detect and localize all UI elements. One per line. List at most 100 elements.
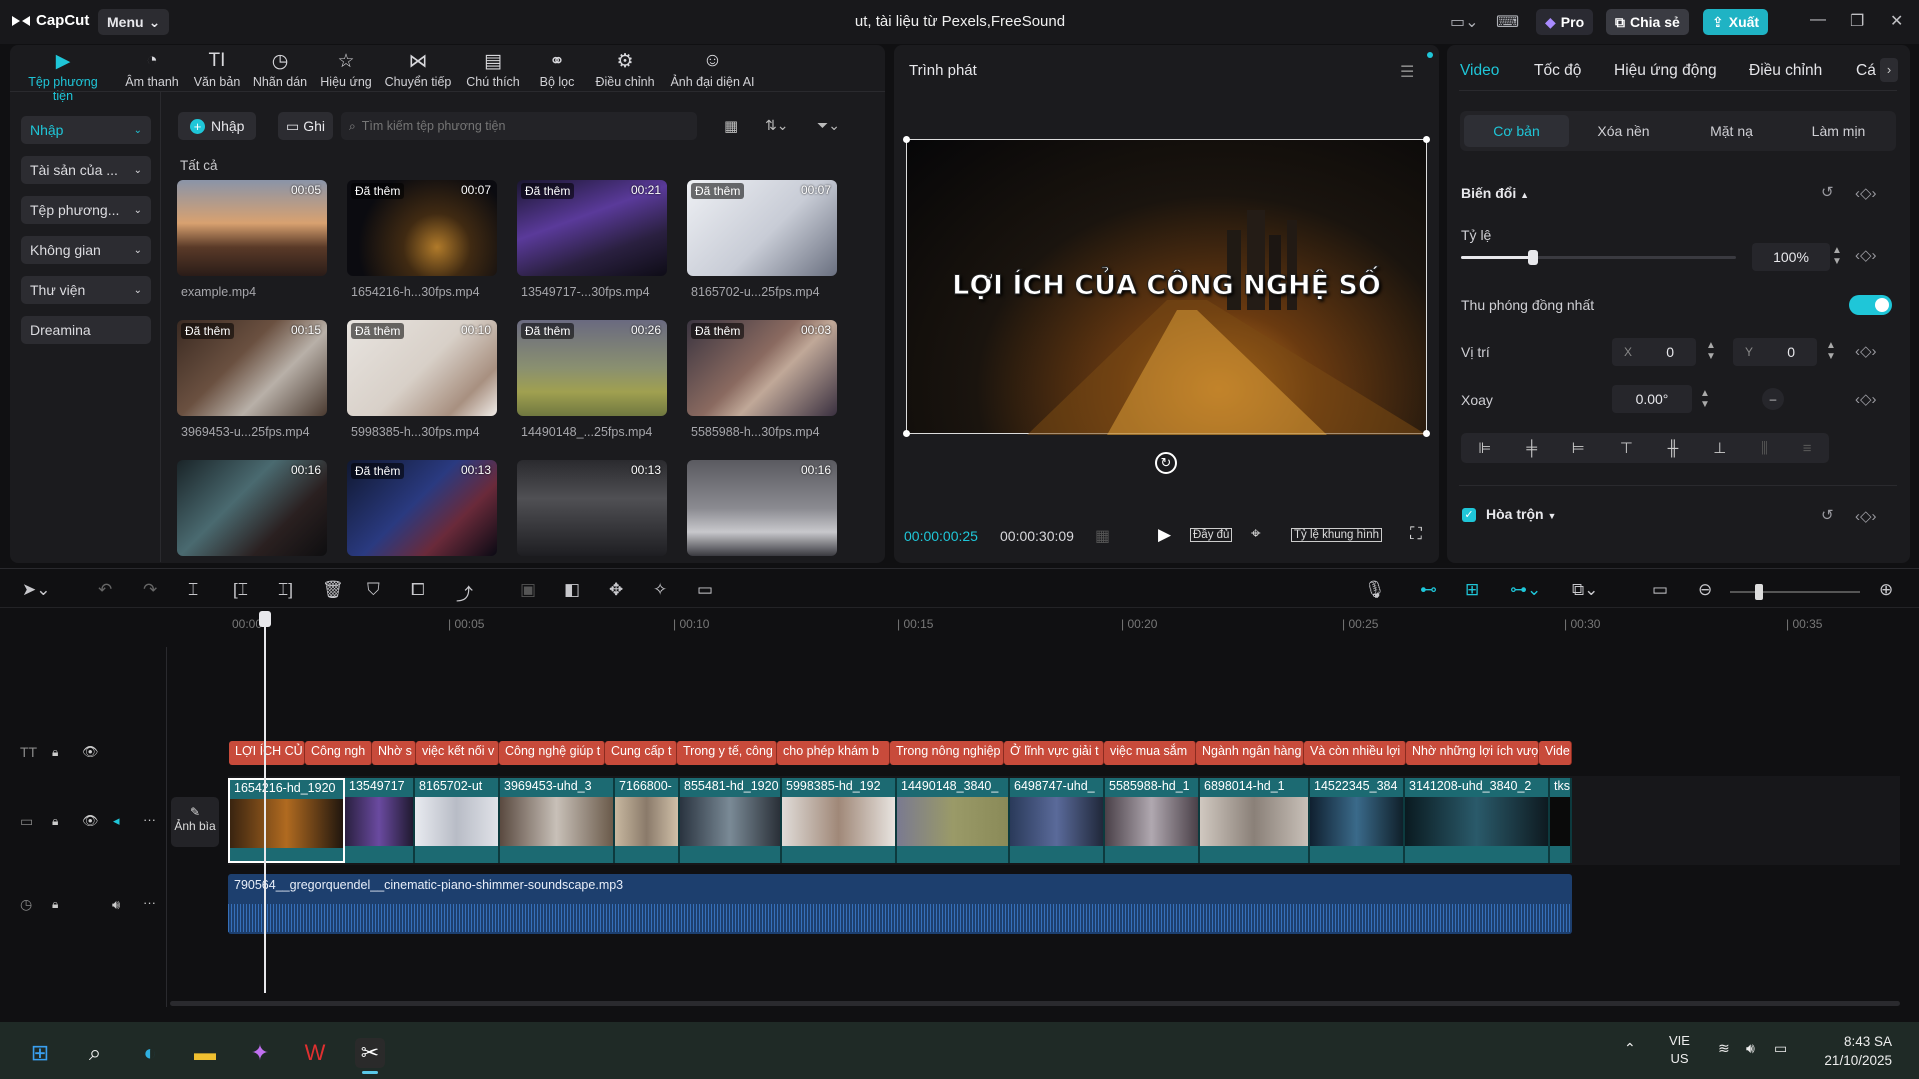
align-bottom-icon[interactable]: ⊥	[1713, 439, 1726, 457]
scale-slider[interactable]	[1461, 250, 1736, 265]
speaker-icon[interactable]: ◂	[113, 813, 120, 829]
mirror-icon[interactable]: ◧	[564, 580, 580, 600]
edge-browser-icon[interactable]: ◐	[135, 1038, 165, 1068]
stepper-icon[interactable]: ▲ ▼	[1832, 245, 1842, 267]
align-right-icon[interactable]: ⊨	[1572, 439, 1585, 457]
hd-icon[interactable]: ▭	[697, 580, 713, 600]
text-clip[interactable]: Cung cấp t	[605, 741, 677, 765]
import-button[interactable]: + Nhập	[178, 112, 257, 140]
rotation-dial-icon[interactable]: –	[1762, 388, 1784, 410]
redo-icon[interactable]: ↷	[143, 580, 157, 600]
media-item[interactable]: Đã thêm 00:21	[517, 180, 667, 276]
zoom-slider-knob[interactable]	[1755, 584, 1763, 600]
tab-media[interactable]: ▶ Tệp phương tiện	[23, 50, 103, 103]
media-item[interactable]: Đã thêm 00:15	[177, 320, 327, 416]
keyframe-icon[interactable]: ‹◇›	[1855, 507, 1877, 525]
file-explorer-icon[interactable]: ▬	[190, 1038, 220, 1068]
blend-checkbox[interactable]: ✓	[1462, 508, 1476, 522]
text-clip[interactable]: Trong nông nghiệp	[890, 741, 1004, 765]
share-button[interactable]: ⧉ Chia sẻ	[1606, 9, 1689, 35]
reset-icon[interactable]: ↺	[1821, 183, 1834, 201]
stepper-icon[interactable]: ▲ ▼	[1706, 340, 1716, 362]
more-icon[interactable]: ···	[143, 812, 156, 827]
video-preview[interactable]: LỢI ÍCH CỦA CÔNG NGHỆ SỐ	[903, 136, 1430, 437]
text-clip[interactable]: Vide	[1539, 741, 1572, 765]
uniform-scale-toggle[interactable]	[1849, 295, 1892, 315]
video-clip[interactable]: 5998385-hd_192	[782, 778, 897, 863]
minimize-icon[interactable]: —	[1810, 11, 1826, 29]
video-clip[interactable]: 13549717	[345, 778, 415, 863]
tab-animation[interactable]: Hiệu ứng động	[1614, 62, 1717, 80]
quality-button[interactable]: Đầy đủ	[1190, 528, 1233, 542]
text-clip[interactable]: việc kết nối v	[416, 741, 499, 765]
stepper-icon[interactable]: ▲ ▼	[1700, 388, 1710, 410]
subtab-basic[interactable]: Cơ bản	[1464, 115, 1569, 147]
media-item[interactable]: 00:05	[177, 180, 327, 276]
wifi-icon[interactable]: ≋	[1718, 1040, 1730, 1057]
video-clip[interactable]: 6498747-uhd_	[1010, 778, 1105, 863]
align-middle-v-icon[interactable]: ╫	[1668, 440, 1679, 457]
split-left-icon[interactable]: [⌶	[233, 580, 248, 600]
tab-video[interactable]: Video	[1460, 62, 1499, 80]
magic-wand-icon[interactable]: ✧	[653, 580, 667, 600]
lock-icon[interactable]: 🔒︎	[52, 814, 58, 829]
text-clip[interactable]: Và còn nhiều lợi	[1304, 741, 1406, 765]
text-clip[interactable]: LỢI ÍCH CỦ	[229, 741, 305, 765]
audio-clip[interactable]: 790564__gregorquendel__cinematic-piano-s…	[228, 874, 1572, 934]
auto-reframe-icon[interactable]: ✥	[609, 580, 623, 600]
language-indicator[interactable]: VIE US	[1669, 1032, 1690, 1068]
undo-icon[interactable]: ↶	[98, 580, 112, 600]
sort-icon[interactable]: ⇅⌄	[765, 117, 788, 134]
text-clip[interactable]: Công ngh	[305, 741, 372, 765]
tab-effects[interactable]: ☆ Hiệu ứng	[306, 50, 386, 89]
scale-slider-knob[interactable]	[1527, 250, 1538, 265]
more-icon[interactable]: ···	[143, 895, 156, 910]
delete-icon[interactable]: 🗑	[322, 580, 344, 600]
subtab-mask[interactable]: Mặt nạ	[1679, 115, 1784, 147]
export-button[interactable]: ⇪ Xuất	[1703, 9, 1769, 35]
speed-curve-icon[interactable]: ⤴	[456, 580, 473, 605]
record-button[interactable]: ▭ Ghi	[278, 112, 334, 140]
tab-adjust[interactable]: ⚙ Điều chỉnh	[585, 50, 665, 89]
overlay-text[interactable]: LỢI ÍCH CỦA CÔNG NGHỆ SỐ	[907, 270, 1426, 302]
subtab-remove-bg[interactable]: Xóa nền	[1571, 115, 1676, 147]
text-clip[interactable]: Ở lĩnh vực giải t	[1004, 741, 1104, 765]
split-icon[interactable]: ⌶	[188, 580, 198, 600]
align-center-h-icon[interactable]: ╪	[1526, 440, 1537, 457]
sidebar-item-library[interactable]: Thư viện ⌄	[21, 276, 151, 304]
video-clip[interactable]: 7166800-	[615, 778, 680, 863]
microphone-icon[interactable]: 🎙	[1364, 580, 1386, 600]
media-item[interactable]: 00:16	[177, 460, 327, 556]
search-input[interactable]	[361, 119, 662, 133]
video-clip[interactable]: tks	[1550, 778, 1572, 863]
sidebar-item-space[interactable]: Không gian ⌄	[21, 236, 151, 264]
waveform-icon[interactable]: ▦	[1095, 526, 1110, 546]
video-clip[interactable]: 1654216-hd_1920	[228, 778, 345, 863]
video-clip[interactable]: 6898014-hd_1	[1200, 778, 1310, 863]
text-clip[interactable]: cho phép khám b	[777, 741, 890, 765]
filter-icon[interactable]: ⏷⌄	[817, 117, 840, 134]
shield-icon[interactable]: ⛉	[367, 580, 380, 600]
media-item[interactable]: 00:13	[517, 460, 667, 556]
scale-value-field[interactable]: 100%	[1752, 243, 1830, 271]
search-icon[interactable]: ⌕	[80, 1038, 110, 1068]
crop-icon[interactable]: ⧠	[411, 580, 425, 600]
media-item[interactable]: Đã thêm 00:07	[347, 180, 497, 276]
text-clip[interactable]: Nhờ s	[372, 741, 416, 765]
preview-axis-icon[interactable]: ⧉⌄	[1572, 580, 1598, 600]
timeline-scrollbar[interactable]	[170, 1001, 1900, 1006]
zoom-in-icon[interactable]: ⊕	[1879, 580, 1893, 600]
subtab-smooth[interactable]: Làm mịn	[1786, 115, 1891, 147]
windows-start-icon[interactable]: ⊞	[25, 1038, 55, 1068]
zoom-slider[interactable]	[1730, 584, 1860, 600]
aspect-ratio-button[interactable]: Tỷ lệ khung hình	[1291, 528, 1383, 542]
grid-view-icon[interactable]: ▦	[724, 117, 738, 135]
video-clip[interactable]: 8165702-ut	[415, 778, 500, 863]
wps-office-icon[interactable]: W	[300, 1038, 330, 1068]
media-search[interactable]: ⌕	[341, 112, 697, 140]
zoom-out-icon[interactable]: ⊖	[1698, 580, 1712, 600]
battery-icon[interactable]: ▭	[1774, 1040, 1787, 1057]
media-item[interactable]: Đã thêm 00:10	[347, 320, 497, 416]
sidebar-item-media[interactable]: Tệp phương... ⌄	[21, 196, 151, 224]
keyframe-icon[interactable]: ‹◇›	[1855, 184, 1877, 202]
